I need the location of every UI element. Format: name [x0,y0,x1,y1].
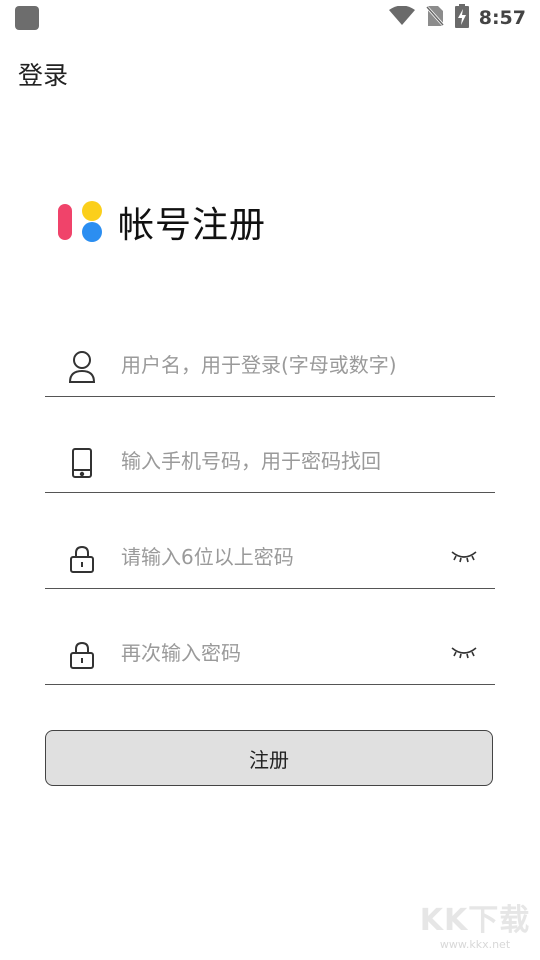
confirm-password-input[interactable] [121,636,441,670]
watermark-url: www.kkx.net [439,938,511,951]
phone-icon [67,446,97,480]
password-field [45,530,495,589]
status-bar: 8:57 [0,0,540,36]
app-notification-icon [15,6,39,30]
phone-input[interactable] [121,444,441,478]
user-icon [67,350,97,384]
status-icons: 8:57 [388,4,526,32]
password-input[interactable] [121,540,441,574]
username-input[interactable] [121,348,441,382]
register-button[interactable]: 注册 [45,730,493,786]
phone-field [45,434,495,493]
status-time: 8:57 [478,7,526,29]
lock-icon [67,542,97,576]
page-title: 帐号注册 [118,205,267,246]
eye-closed-icon[interactable] [449,544,479,568]
battery-charging-icon [454,4,469,32]
confirm-password-field [45,626,495,685]
wifi-icon [388,5,415,30]
app-logo-icon [58,200,106,244]
lock-icon [67,638,97,672]
no-sim-icon [424,4,445,31]
back-to-login-link[interactable]: 登录 [18,56,68,92]
brand-header: 帐号注册 [58,196,266,248]
watermark-logo: KK下载 [419,903,531,938]
watermark: KK下载 www.kkx.net [416,904,534,956]
eye-closed-icon[interactable] [449,640,479,664]
username-field [45,338,495,397]
